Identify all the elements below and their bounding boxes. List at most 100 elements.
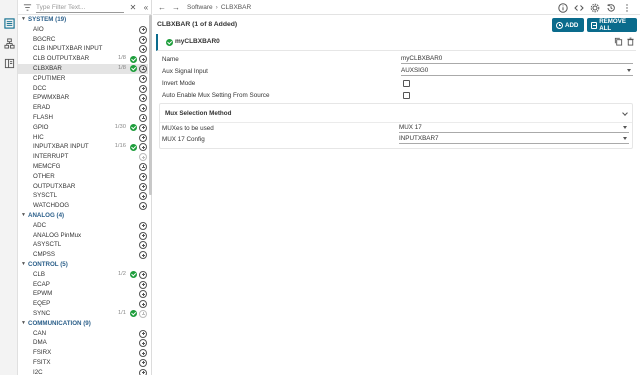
tree-module-item[interactable]: GPIO 1/30 <box>18 123 148 133</box>
tree-module-item[interactable]: CAN <box>18 329 148 339</box>
add-module-icon[interactable] <box>139 231 147 240</box>
tree-module-item[interactable]: INTERRUPT <box>18 152 148 162</box>
add-module-icon[interactable] <box>139 251 147 260</box>
tree-module-item[interactable]: INPUTXBAR INPUT 1/16 <box>18 142 148 152</box>
info-icon[interactable] <box>557 2 568 13</box>
add-module-icon[interactable] <box>139 113 147 122</box>
more-menu-icon[interactable] <box>621 2 632 13</box>
tree-category[interactable]: ▼ ANALOG (4) <box>18 211 148 221</box>
tree-module-item[interactable]: ANALOG PinMux <box>18 231 148 241</box>
add-module-icon[interactable] <box>139 55 147 64</box>
mux-group-title[interactable]: Mux Selection Method <box>165 110 231 117</box>
mux17-config-select[interactable]: INPUTXBAR7 <box>399 134 629 144</box>
add-module-icon[interactable] <box>139 84 147 93</box>
add-module-icon[interactable] <box>139 349 147 358</box>
add-module-icon[interactable] <box>139 94 147 103</box>
filter-input[interactable]: Type Filter Text... <box>36 2 124 13</box>
tree-module-item[interactable]: I2C <box>18 368 148 375</box>
tree-category[interactable]: ▼ CONTROL (5) <box>18 260 148 270</box>
back-arrow-icon[interactable]: ← <box>157 3 167 12</box>
caret-down-icon[interactable]: ▼ <box>21 15 26 25</box>
delete-instance-icon[interactable] <box>626 37 636 47</box>
remove-all-button[interactable]: REMOVE ALL <box>587 18 637 32</box>
tree-module-item[interactable]: CMPSS <box>18 250 148 260</box>
add-module-icon[interactable] <box>139 202 147 211</box>
add-module-icon[interactable] <box>139 300 147 309</box>
instance-header[interactable]: myCLBXBAR0 <box>156 34 636 51</box>
name-input[interactable]: myCLBXBAR0 <box>401 54 633 64</box>
tree-module-item[interactable]: DMA <box>18 338 148 348</box>
add-module-icon[interactable] <box>139 192 147 201</box>
add-button[interactable]: ADD <box>552 18 584 32</box>
invert-mode-checkbox[interactable] <box>403 80 410 87</box>
tree-module-item[interactable]: SYSCTL <box>18 191 148 201</box>
tree-module-item[interactable]: EPWM <box>18 289 148 299</box>
tree-module-item[interactable]: MEMCFG <box>18 162 148 172</box>
chevron-down-icon[interactable] <box>622 110 628 116</box>
tree-module-item[interactable]: WATCHDOG <box>18 201 148 211</box>
add-module-icon[interactable] <box>139 104 147 113</box>
modules-view-icon[interactable] <box>3 17 15 29</box>
tree-module-item[interactable]: ASYSCTL <box>18 240 148 250</box>
caret-down-icon[interactable]: ▼ <box>21 211 26 221</box>
tree-scrollbar[interactable] <box>149 15 152 195</box>
tree-module-item[interactable]: BGCRC <box>18 35 148 45</box>
tree-module-item[interactable]: ECAP <box>18 280 148 290</box>
history-icon[interactable] <box>605 2 616 13</box>
add-module-icon[interactable] <box>139 270 147 279</box>
tree-module-item[interactable]: SYNC 1/1 <box>18 309 148 319</box>
tree-module-item[interactable]: ADC <box>18 221 148 231</box>
tree-module-item[interactable]: ERAD <box>18 103 148 113</box>
forward-arrow-icon[interactable]: → <box>171 3 181 12</box>
add-module-icon[interactable] <box>139 280 147 289</box>
tree-module-item[interactable]: OUTPUTXBAR <box>18 182 148 192</box>
muxes-select[interactable]: MUX 17 <box>399 123 629 133</box>
add-module-icon[interactable] <box>139 25 147 34</box>
add-module-icon[interactable] <box>139 172 147 181</box>
aux-signal-select[interactable]: AUXSIG0 <box>401 66 633 76</box>
tree-module-item[interactable]: EPWMXBAR <box>18 93 148 103</box>
tree-module-item[interactable]: FLASH <box>18 113 148 123</box>
add-module-icon[interactable] <box>139 123 147 132</box>
tree-module-item[interactable]: CLB INPUTXBAR INPUT <box>18 44 148 54</box>
network-view-icon[interactable] <box>3 37 15 49</box>
code-icon[interactable] <box>573 2 584 13</box>
add-module-icon[interactable] <box>139 74 147 83</box>
tree-module-item[interactable]: DCC <box>18 84 148 94</box>
add-module-icon[interactable] <box>139 143 147 152</box>
copy-instance-icon[interactable] <box>614 37 624 47</box>
add-module-icon[interactable] <box>139 358 147 367</box>
tree-module-item[interactable]: CLB 1/2 <box>18 270 148 280</box>
auto-enable-checkbox[interactable] <box>403 92 410 99</box>
tree-module-item[interactable]: HIC <box>18 133 148 143</box>
tree-module-item[interactable]: FSITX <box>18 358 148 368</box>
add-module-icon[interactable] <box>139 133 147 142</box>
add-module-icon[interactable] <box>139 339 147 348</box>
tree-module-item[interactable]: OTHER <box>18 172 148 182</box>
add-module-icon[interactable] <box>139 241 147 250</box>
tree-module-item[interactable]: CPUTIMER <box>18 74 148 84</box>
caret-down-icon[interactable]: ▼ <box>21 319 26 329</box>
tree-category[interactable]: ▼ COMMUNICATION (9) <box>18 319 148 329</box>
add-module-icon[interactable] <box>139 182 147 191</box>
settings-gear-icon[interactable] <box>589 2 600 13</box>
tree-module-item[interactable]: EQEP <box>18 299 148 309</box>
caret-down-icon[interactable]: ▼ <box>21 260 26 270</box>
breadcrumb-root[interactable]: Software <box>187 4 213 11</box>
files-view-icon[interactable] <box>3 57 15 69</box>
clear-filter-icon[interactable]: ✕ <box>128 3 138 12</box>
collapse-panel-icon[interactable]: « <box>140 3 152 12</box>
tree-module-item[interactable]: FSIRX <box>18 348 148 358</box>
tree-module-item[interactable]: AIO <box>18 25 148 35</box>
add-module-icon[interactable] <box>139 290 147 299</box>
add-module-icon[interactable] <box>139 162 147 171</box>
tree-category[interactable]: ▼ SYSTEM (19) <box>18 15 148 25</box>
tree-module-item[interactable]: CLB OUTPUTXBAR 1/8 <box>18 54 148 64</box>
add-module-icon[interactable] <box>139 45 147 54</box>
add-module-icon[interactable] <box>139 35 147 44</box>
add-module-icon[interactable] <box>139 368 147 375</box>
add-module-icon[interactable] <box>139 221 147 230</box>
tree-module-item[interactable]: CLBXBAR 1/8 <box>18 63 148 74</box>
add-module-icon[interactable] <box>139 329 147 338</box>
add-module-icon[interactable] <box>139 64 147 73</box>
